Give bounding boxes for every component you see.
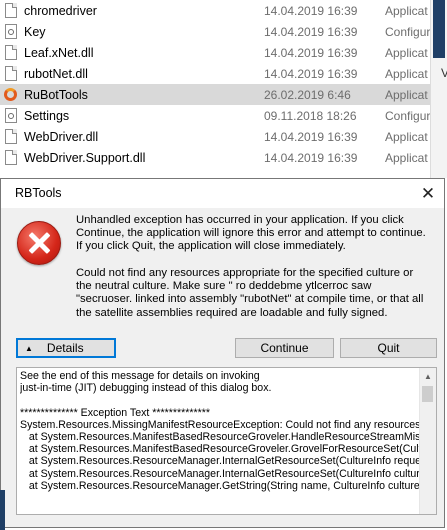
exception-message: Could not find any resources appropriate… <box>76 267 424 319</box>
scroll-up-arrow-icon[interactable]: ▲ <box>420 368 436 384</box>
continue-button-label: Continue <box>260 341 309 355</box>
file-row[interactable]: Settings 09.11.2018 18:26 Configur <box>0 105 430 126</box>
details-text: See the end of this message for details … <box>20 370 420 492</box>
close-button[interactable]: ✕ <box>412 179 444 208</box>
file-date: 14.04.2019 16:39 <box>264 129 358 144</box>
file-row[interactable]: Key 14.04.2019 16:39 Configur <box>0 21 430 42</box>
details-button-label: Details <box>46 341 84 355</box>
file-name: WebDriver.dll <box>24 129 99 144</box>
file-date: 14.04.2019 16:39 <box>264 66 358 81</box>
file-row[interactable]: chromedriver 14.04.2019 16:39 Applicat <box>0 0 430 21</box>
dll-file-icon <box>5 66 17 81</box>
dll-file-icon <box>5 150 17 165</box>
error-dialog: RBTools ✕ Unhandled exception has occurr… <box>0 178 445 528</box>
application-icon <box>5 3 17 18</box>
file-name: RuBotTools <box>24 87 88 102</box>
file-type: Applicat <box>385 3 428 18</box>
file-row[interactable]: rubotNet.dll 14.04.2019 16:39 Applicat <box>0 63 430 84</box>
details-textbox[interactable]: See the end of this message for details … <box>16 367 437 515</box>
file-row[interactable]: WebDriver.Support.dll 14.04.2019 16:39 App… <box>0 147 430 168</box>
rubottools-app-icon <box>4 88 17 101</box>
vertical-scrollbar[interactable]: ▲ <box>419 368 436 514</box>
side-panel-dark-area <box>433 0 445 58</box>
file-type: Applicat <box>385 87 428 102</box>
file-date: 09.11.2018 18:26 <box>264 108 357 123</box>
triangle-up-icon: ▲ <box>25 343 33 353</box>
details-button[interactable]: ▲ Details <box>16 338 116 358</box>
file-row[interactable]: WebDriver.dll 14.04.2019 16:39 Applicat <box>0 126 430 147</box>
file-name: Settings <box>24 108 70 123</box>
file-type: Configur <box>385 24 431 39</box>
file-list: chromedriver 14.04.2019 16:39 Applicat Key 1… <box>0 0 447 178</box>
dialog-title: RBTools <box>15 186 62 200</box>
error-message: Unhandled exception has occurred in your… <box>76 214 426 253</box>
file-date: 14.04.2019 16:39 <box>264 150 358 165</box>
config-file-icon <box>5 108 17 123</box>
file-date: 14.04.2019 16:39 <box>264 45 358 60</box>
file-type: Applicat <box>385 66 428 81</box>
dialog-titlebar[interactable]: RBTools ✕ <box>1 179 444 208</box>
error-icon <box>17 221 61 265</box>
file-name: Leaf.xNet.dll <box>24 45 94 60</box>
file-type: Applicat <box>385 150 428 165</box>
file-name: chromedriver <box>24 3 97 18</box>
file-type: Applicat <box>385 45 428 60</box>
close-icon: ✕ <box>420 183 436 203</box>
file-name: Key <box>24 24 46 39</box>
config-file-icon <box>5 24 17 39</box>
background-window-edge <box>0 490 5 530</box>
scrollbar-thumb[interactable] <box>422 386 433 402</box>
file-name: rubotNet.dll <box>24 66 88 81</box>
file-type: Configur <box>385 108 431 123</box>
side-panel-letter: V <box>441 66 447 80</box>
quit-button-label: Quit <box>377 341 400 355</box>
dll-file-icon <box>5 45 17 60</box>
file-type: Applicat <box>385 129 428 144</box>
dll-file-icon <box>5 129 17 144</box>
continue-button[interactable]: Continue <box>235 338 334 358</box>
file-row[interactable]: RuBotTools 26.02.2019 6:46 Applicat <box>0 84 430 105</box>
file-row[interactable]: Leaf.xNet.dll 14.04.2019 16:39 Applicat <box>0 42 430 63</box>
quit-button[interactable]: Quit <box>340 338 437 358</box>
file-date: 14.04.2019 16:39 <box>264 24 358 39</box>
file-date: 26.02.2019 6:46 <box>264 87 351 102</box>
file-date: 14.04.2019 16:39 <box>264 3 358 18</box>
file-name: WebDriver.Support.dll <box>24 150 146 165</box>
